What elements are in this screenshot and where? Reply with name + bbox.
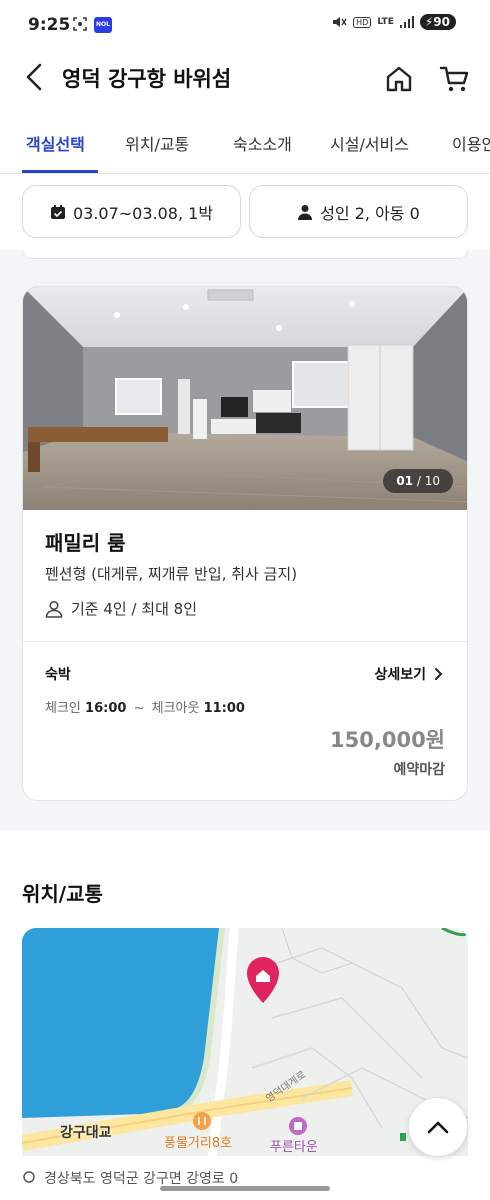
battery-icon: ⚡90: [419, 14, 456, 30]
location-map[interactable]: 영덕대게로 강구대교 풍물거리8호 푸른타운: [22, 928, 468, 1156]
active-tab-indicator: [22, 170, 98, 173]
room-price: 150,000원: [330, 728, 445, 752]
address-text: 경상북도 영덕군 강구면 강영로 0: [44, 1171, 239, 1187]
room-capacity: 기준 4인 / 최대 8인: [45, 598, 197, 619]
address-row: 경상북도 영덕군 강구면 강영로 0: [22, 1168, 238, 1188]
detail-link[interactable]: 상세보기: [374, 664, 443, 684]
guest-filter-label: 성인 2, 아동 0: [320, 203, 420, 223]
room-description: 펜션형 (대게류, 찌개류 반입, 취사 금지): [45, 565, 298, 583]
tab-location[interactable]: 위치/교통: [125, 131, 189, 155]
photo-counter-current: 01: [396, 474, 414, 488]
person-outline-icon: [45, 600, 63, 618]
tab-introduction[interactable]: 숙소소개: [233, 131, 292, 155]
gesture-nav-bar[interactable]: [160, 1186, 330, 1191]
checkin-time: 16:00: [85, 701, 127, 716]
guest-filter-button[interactable]: 성인 2, 아동 0: [249, 185, 468, 238]
status-time: 9:25: [28, 15, 71, 35]
chevron-right-icon: [435, 668, 443, 680]
room-capacity-label: 기준 4인 / 최대 8인: [71, 600, 198, 618]
room-card[interactable]: 01 / 10 패밀리 룸 펜션형 (대게류, 찌개류 반입, 취사 금지) 기…: [22, 286, 468, 801]
section-tabs: 객실선택 위치/교통 숙소소개 시설/서비스 이용안: [0, 118, 490, 174]
cart-icon[interactable]: [439, 64, 471, 94]
battery-level: 90: [433, 15, 450, 29]
screenshot-icon: [72, 16, 88, 36]
hd-voice-icon: HD: [353, 16, 372, 28]
chevron-left-icon[interactable]: [22, 62, 48, 92]
room-name: 패밀리 룸: [45, 531, 126, 555]
map-pin-icon: [23, 1171, 35, 1183]
chevron-up-icon: [427, 1121, 449, 1134]
status-bar: 9:25 NOL HD LTE ⚡90: [0, 0, 490, 52]
network-type: LTE: [377, 17, 394, 27]
page-title: 영덕 강구항 바위섬: [62, 67, 232, 91]
photo-counter-total: / 10: [416, 474, 440, 488]
detail-link-label: 상세보기: [374, 667, 426, 683]
screen: { "status_bar": { "time": "9:25", "app_b…: [0, 0, 490, 1200]
app-badge-icon: NOL: [94, 17, 112, 33]
checkout-label: 체크아웃: [151, 701, 200, 716]
scroll-to-top-button[interactable]: [408, 1097, 468, 1157]
calendar-icon: [50, 204, 65, 219]
time-separator: ~: [133, 701, 145, 716]
tab-facilities[interactable]: 시설/서비스: [330, 131, 409, 155]
map-label-bridge: 강구대교: [60, 1125, 112, 1141]
booking-status: 예약마감: [393, 762, 445, 778]
checkout-time: 11:00: [203, 701, 245, 716]
map-label-apartment: 푸른타운: [270, 1140, 318, 1155]
checkin-label: 체크인: [45, 701, 81, 716]
app-header: 영덕 강구항 바위섬: [0, 52, 490, 106]
checkin-checkout-times: 체크인 16:00 ~ 체크아웃 11:00: [45, 697, 245, 716]
date-filter-button[interactable]: 03.07~03.08, 1박: [22, 185, 241, 238]
restaurant-marker-icon: [193, 1112, 211, 1130]
card-divider: [23, 641, 467, 642]
home-icon[interactable]: [384, 64, 414, 94]
previous-room-card: [22, 250, 468, 259]
mute-icon: [333, 17, 347, 27]
photo-counter: 01 / 10: [383, 469, 453, 493]
filter-bar: 03.07~03.08, 1박 성인 2, 아동 0: [0, 184, 490, 250]
map-label-restaurant: 풍물거리8호: [164, 1136, 233, 1151]
tab-room-select[interactable]: 객실선택: [26, 131, 85, 155]
date-filter-label: 03.07~03.08, 1박: [72, 203, 214, 223]
location-section-title: 위치/교통: [22, 882, 103, 906]
status-icons: HD LTE ⚡90: [331, 14, 456, 30]
stay-type-label: 숙박: [45, 667, 71, 683]
person-icon: [298, 204, 313, 220]
signal-icon: [399, 16, 414, 28]
tab-usage-info[interactable]: 이용안: [452, 131, 490, 155]
